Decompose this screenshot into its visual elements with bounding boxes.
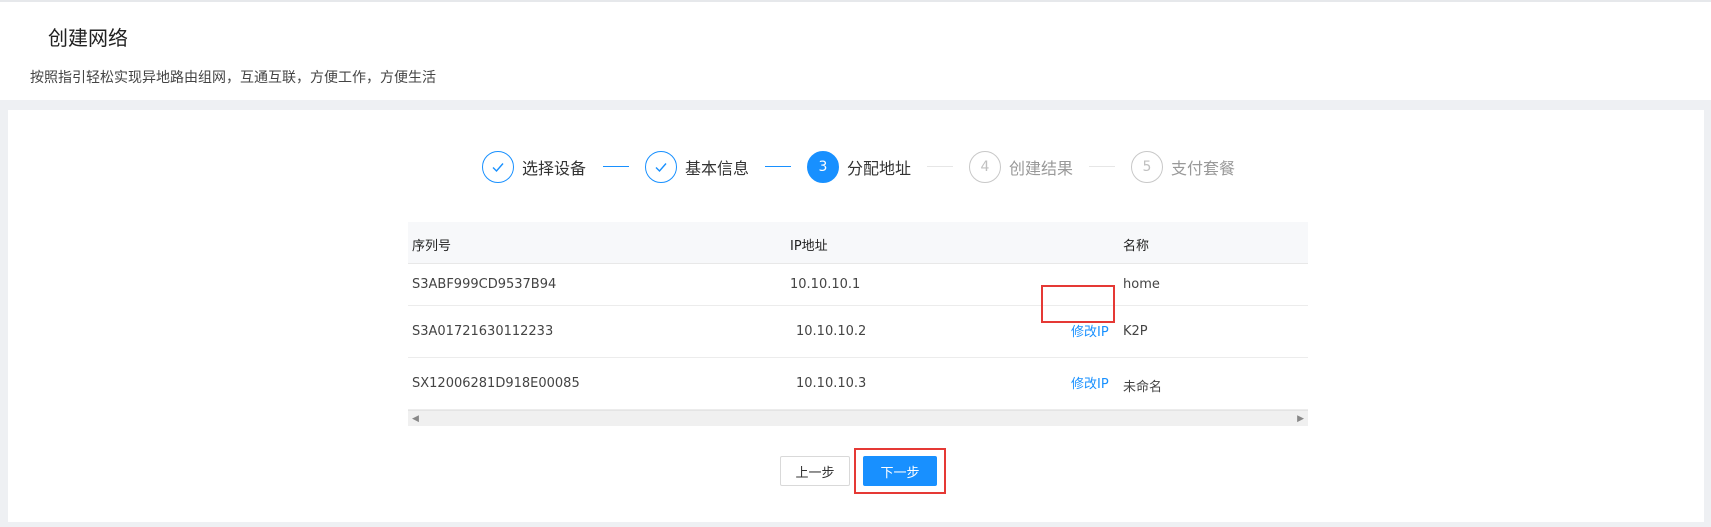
step-connector [765,166,791,167]
step-connector [603,166,629,167]
step-label: 支付套餐 [1171,159,1236,178]
step-connector [1089,166,1115,167]
edit-ip-link[interactable]: 修改IP [1071,373,1109,392]
table-row[interactable]: S3ABF999CD9537B94 10.10.10.1 home [408,264,1308,306]
check-icon [645,151,677,183]
edit-ip-highlight-box [1041,285,1115,323]
check-icon [482,151,514,183]
prev-step-button[interactable]: 上一步 [780,456,850,486]
step-pay-plan: 5 支付套餐 [1131,150,1235,184]
device-ip-table: 序列号 IP地址 名称 S3ABF999CD9537B94 10.10.10.1… [408,222,1308,426]
step-assign-address: 3 分配地址 [807,150,911,184]
name-cell: 未命名 [1123,380,1163,395]
ip-cell: 10.10.10.3 [796,376,867,391]
name-cell: K2P [1123,324,1148,339]
step-label: 选择设备 [522,159,587,178]
column-header-serial: 序列号 [412,239,452,254]
serial-cell: S3ABF999CD9537B94 [412,277,557,292]
table-row[interactable]: SX12006281D918E00085 10.10.10.3 修改IP 未命名 [408,358,1308,410]
column-header-ip: IP地址 [790,239,828,254]
step-connector [927,166,953,167]
edit-ip-link[interactable]: 修改IP [1071,321,1109,340]
serial-cell: SX12006281D918E00085 [412,376,580,391]
step-select-device: 选择设备 [482,150,586,184]
scroll-left-icon[interactable]: ◀ [412,414,419,424]
create-network-card: 选择设备 基本信息 3 分配地址 4 创建结果 5 支付套餐 序列号 IP地址 [8,110,1704,522]
step-label: 基本信息 [685,159,750,178]
scroll-right-icon[interactable]: ▶ [1297,414,1304,424]
next-button-highlight-box [854,448,946,494]
step-label: 创建结果 [1009,159,1074,178]
table-row[interactable]: S3A01721630112233 10.10.10.2 修改IP K2P [408,306,1308,358]
step-label: 分配地址 [847,159,912,178]
serial-cell: S3A01721630112233 [412,324,554,339]
name-cell: home [1123,277,1160,292]
page-subtitle: 按照指引轻松实现异地路由组网，互通互联，方便工作，方便生活 [30,70,436,86]
step-number: 4 [969,151,1001,183]
table-header: 序列号 IP地址 名称 [408,222,1308,264]
ip-cell: 10.10.10.1 [790,277,861,292]
step-basic-info: 基本信息 [645,150,749,184]
step-create-result: 4 创建结果 [969,150,1073,184]
horizontal-scrollbar[interactable]: ◀ ▶ [408,410,1308,426]
page-header: 创建网络 按照指引轻松实现异地路由组网，互通互联，方便工作，方便生活 [0,0,1711,100]
ip-cell: 10.10.10.2 [796,324,867,339]
column-header-name: 名称 [1123,239,1150,254]
page-title: 创建网络 [48,26,128,50]
steps-bar: 选择设备 基本信息 3 分配地址 4 创建结果 5 支付套餐 [8,150,1704,190]
step-number: 3 [807,151,839,183]
step-number: 5 [1131,151,1163,183]
